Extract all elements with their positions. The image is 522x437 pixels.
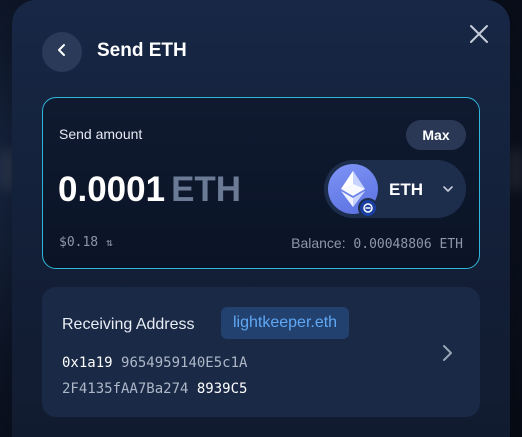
page-title: Send ETH [97, 40, 187, 61]
address-line-2: 2F4135fAA7Ba274 8939C5 [62, 376, 247, 402]
balance-value: 0.00048806 ETH [353, 237, 463, 252]
address-middle-1: 9654959140E5c1A [121, 355, 248, 371]
close-button[interactable] [467, 24, 491, 48]
amount-value: 0.0001 [58, 170, 166, 209]
fiat-value: $0.18 ⇅ [59, 235, 113, 250]
chevron-down-icon [441, 182, 455, 196]
token-selector[interactable]: ETH [324, 160, 466, 218]
address-text: 0x1a19 9654959140E5c1A 2F4135fAA7Ba274 8… [62, 350, 247, 402]
back-button[interactable] [42, 32, 82, 72]
balance-display: Balance: 0.00048806 ETH [291, 235, 463, 252]
address-suffix: 8939C5 [196, 381, 248, 397]
max-button[interactable]: Max [406, 120, 466, 150]
amount-input[interactable]: 0.0001 ETH [58, 170, 241, 210]
ens-name-badge: lightkeeper.eth [221, 307, 350, 339]
address-line-1: 0x1a19 9654959140E5c1A [62, 350, 247, 376]
send-modal: Send ETH Send amount Max 0.0001 ETH ETH … [12, 0, 510, 437]
token-symbol: ETH [389, 180, 423, 199]
send-amount-label: Send amount [59, 126, 143, 142]
swap-currency-icon[interactable]: ⇅ [106, 236, 113, 249]
chevron-left-icon [56, 43, 68, 62]
address-middle-2: 2F4135fAA7Ba274 [62, 381, 189, 397]
balance-label: Balance: [291, 235, 346, 251]
receiving-address-label: Receiving Address [62, 316, 195, 333]
address-prefix: 0x1a19 [62, 355, 113, 371]
close-icon [469, 24, 489, 49]
receiving-address-card[interactable]: Receiving Address lightkeeper.eth 0x1a19… [42, 287, 480, 417]
fiat-amount: $0.18 [59, 235, 99, 250]
chevron-right-icon [440, 344, 454, 362]
amount-ticker: ETH [171, 170, 242, 209]
network-badge-icon [358, 198, 378, 218]
send-amount-card: Send amount Max 0.0001 ETH ETH $0.18 ⇅ B… [42, 97, 480, 269]
